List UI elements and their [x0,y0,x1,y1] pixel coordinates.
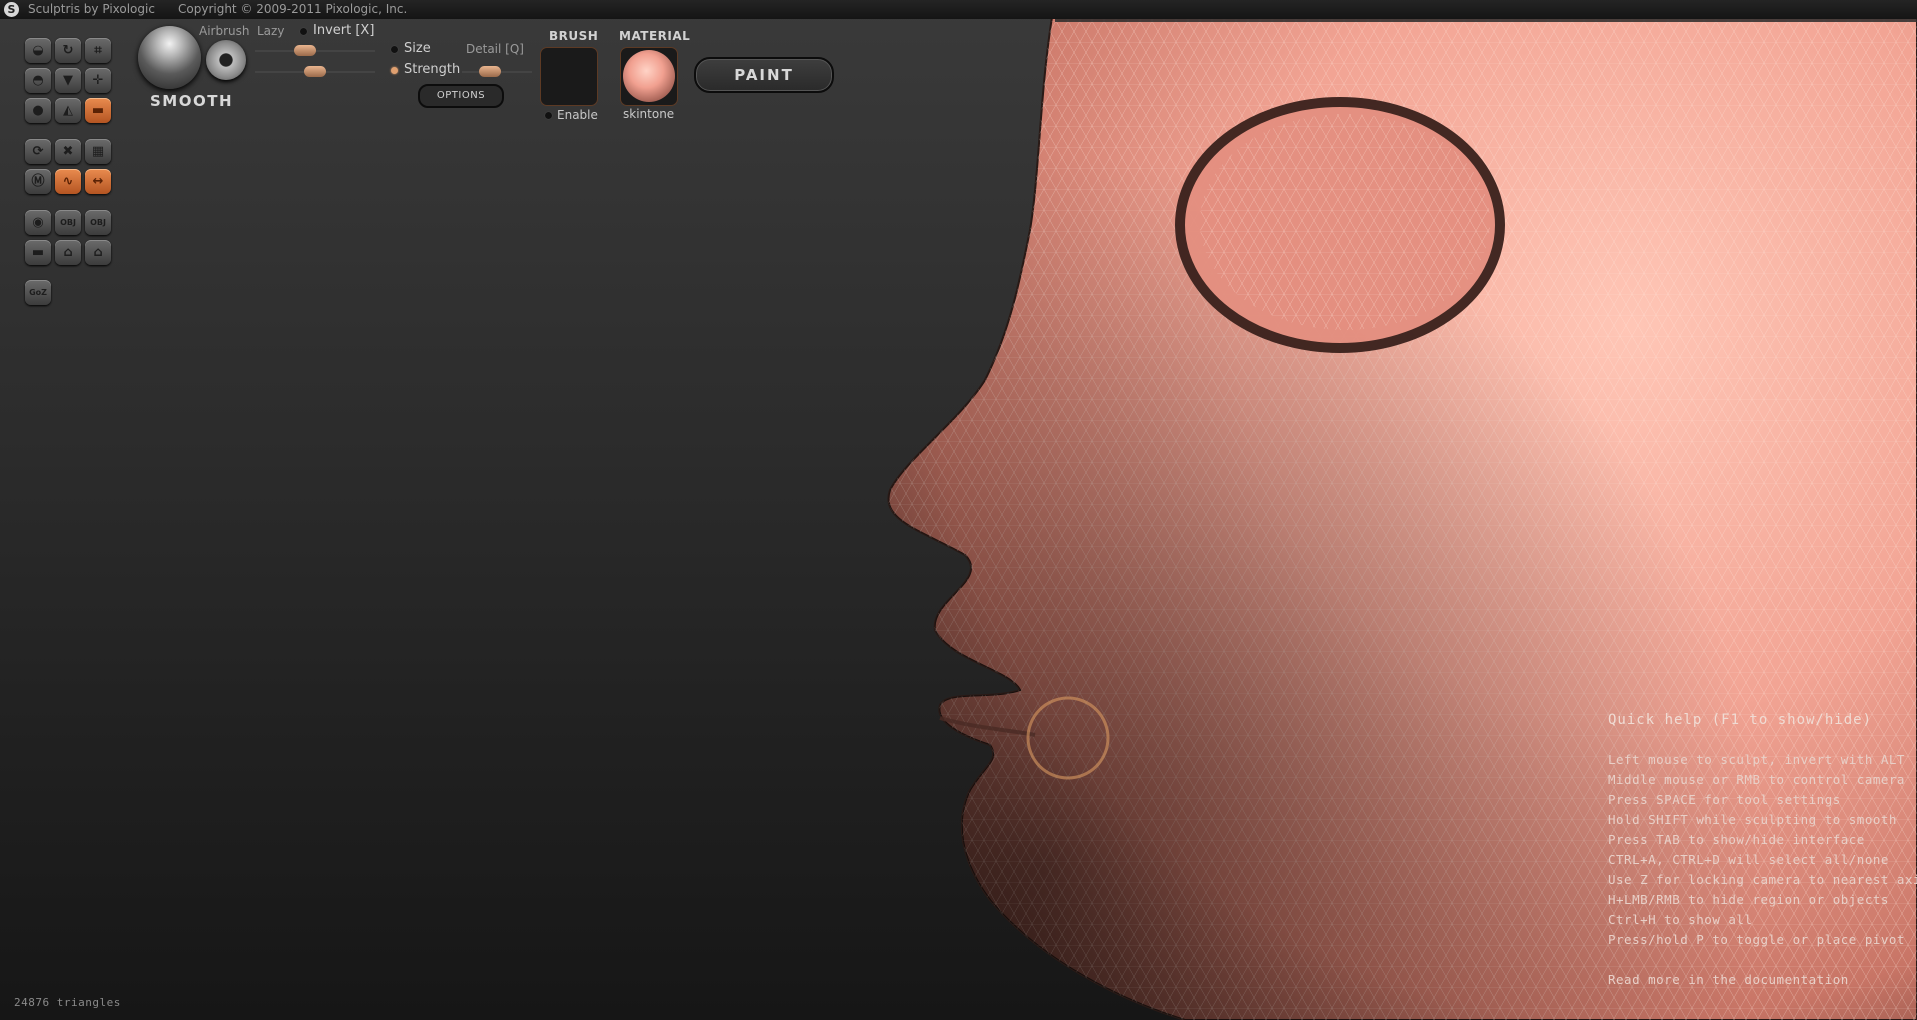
quick-help-line: Use Z for locking camera to nearest axis [1608,872,1917,887]
sphere-object[interactable]: ◉ [25,210,51,235]
size-radio[interactable] [391,46,398,53]
detail-slider-handle[interactable] [478,66,501,77]
crease-tool[interactable]: ◭ [55,98,81,123]
material-header: MATERIAL [619,29,691,43]
quick-help-line: CTRL+A, CTRL+D will select all/none [1608,852,1889,867]
quick-help-title: Quick help (F1 to show/hide) [1608,712,1873,728]
detail-label: Detail [Q] [466,42,524,56]
draw-tool[interactable]: ◒ [25,38,51,63]
documentation-link[interactable]: Read more in the documentation [1608,972,1908,987]
lazy-toggle[interactable]: Lazy [257,24,284,38]
goz-button[interactable]: GoZ [25,280,51,305]
quick-help-panel: Quick help (F1 to show/hide) Left mouse … [1608,712,1917,987]
strength-slider-handle[interactable] [304,66,326,77]
brush-texture-slot[interactable] [540,47,598,106]
export-obj[interactable]: OBJ [85,210,111,235]
sculptris-logo-icon: S [4,2,19,17]
copyright-notice: Copyright © 2009-2011 Pixologic, Inc. [178,2,408,16]
smooth-tool[interactable]: ▬ [85,98,111,123]
open-file[interactable]: ⌂ [55,240,81,265]
grab-tool[interactable]: ✛ [85,68,111,93]
brush-name: SMOOTH [150,92,234,110]
app-title: Sculptris by Pixologic [28,2,155,16]
quick-help-line: Ctrl+H to show all [1608,912,1753,927]
crop-tool[interactable]: ⌗ [85,38,111,63]
save-file[interactable]: ⌂ [85,240,111,265]
mask-tool[interactable]: ✖ [55,139,81,164]
material-preview-icon[interactable] [623,50,675,102]
quick-help-line: H+LMB/RMB to hide region or objects [1608,892,1889,907]
size-slider-handle[interactable] [294,45,317,56]
plane-object[interactable]: ▬ [25,240,51,265]
inflate-tool[interactable]: ◓ [25,68,51,93]
invert-toggle[interactable]: Invert [X] [313,23,374,38]
quick-help-line: Left mouse to sculpt, invert with ALT [1608,752,1905,767]
pinch-tool[interactable]: ▼ [55,68,81,93]
title-bar: S Sculptris by Pixologic Copyright © 200… [0,0,1917,19]
brush-enable-radio[interactable] [545,112,552,119]
import-obj[interactable]: OBJ [55,210,81,235]
quick-help-line: Press SPACE for tool settings [1608,792,1841,807]
symmetry-toggle[interactable]: Ⓜ [25,169,51,194]
strength-radio[interactable] [391,67,398,74]
rotate-tool[interactable]: ↻ [55,38,81,63]
options-button[interactable]: OPTIONS [418,84,504,108]
stroke-type-icon[interactable] [206,40,246,80]
quick-help-line: Press/hold P to toggle or place pivot [1608,932,1905,947]
paint-button[interactable]: PAINT [694,57,834,93]
wave-toggle[interactable]: ∿ [55,169,81,194]
flatten-tool[interactable]: ● [25,98,51,123]
mirror-toggle[interactable]: ↔ [85,169,111,194]
reduce-tool[interactable]: ⟳ [25,139,51,164]
quick-help-line: Press TAB to show/hide interface [1608,832,1865,847]
triangle-count: 24876 triangles [14,996,121,1009]
brush-texture-header: BRUSH [549,29,599,43]
quick-help-line: Hold SHIFT while sculpting to smooth [1608,812,1897,827]
quick-help-list: Left mouse to sculpt, invert with ALT Mid… [1608,750,1917,950]
invert-radio[interactable] [300,28,307,35]
airbrush-toggle[interactable]: Airbrush [199,24,250,38]
size-label: Size [404,41,431,56]
material-name: skintone [623,107,675,121]
brush-enable-label[interactable]: Enable [557,108,598,122]
brush-preview-icon[interactable] [138,26,201,89]
wireframe-toggle[interactable]: ▦ [85,139,111,164]
strength-label: Strength [404,62,461,77]
quick-help-line: Middle mouse or RMB to control camera [1608,772,1905,787]
